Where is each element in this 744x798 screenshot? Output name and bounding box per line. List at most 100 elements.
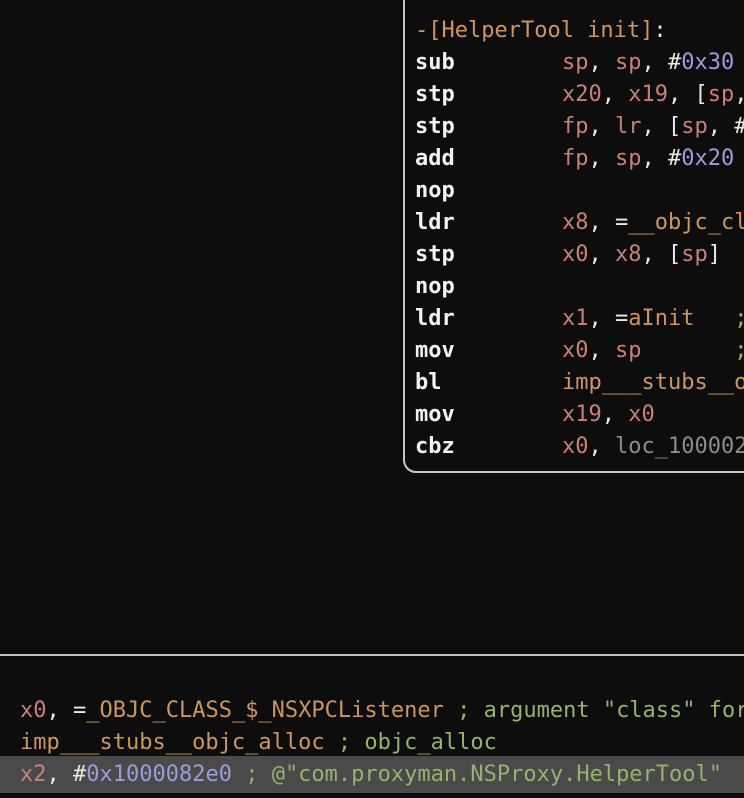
- token-pun: ,: [589, 210, 616, 235]
- asm-line[interactable]: stpx0, x8, [sp]: [415, 239, 744, 271]
- token-pun: ,: [589, 434, 616, 459]
- token-reg: x0: [20, 698, 47, 723]
- token-pun: ,: [642, 50, 669, 75]
- asm-line[interactable]: movx19, x0: [415, 399, 744, 431]
- token-pun: ,: [589, 50, 616, 75]
- token-reg: x0: [562, 242, 589, 267]
- asm-line[interactable]: subsp, sp, #0x30: [415, 47, 744, 79]
- token-sym: imp___stubs__objc_alloc: [20, 730, 325, 755]
- asm-line[interactable]: movx0, sp ;: [415, 335, 744, 367]
- asm-line[interactable]: ldrx1, =aInit ;: [415, 303, 744, 335]
- token-sym: imp___stubs__o: [562, 370, 744, 395]
- procedure-header[interactable]: -[HelperTool init]:: [415, 15, 744, 47]
- token-reg: lr: [615, 114, 642, 139]
- token-imm: 0x1000082e0: [86, 762, 232, 787]
- token-cmt: ; objc_alloc: [338, 730, 497, 755]
- token-loc: loc_100002: [615, 434, 744, 459]
- token-pun: #: [668, 146, 681, 171]
- token-pun: ,: [642, 146, 669, 171]
- mnemonic: nop: [415, 271, 562, 303]
- token-reg: x8: [562, 210, 589, 235]
- token-reg: sp: [615, 146, 642, 171]
- mnemonic: cbz: [415, 431, 562, 463]
- token-reg: x0: [562, 434, 589, 459]
- token-imm: 0x30: [681, 50, 734, 75]
- token-pun: ,: [734, 82, 744, 107]
- token-pun: [444, 698, 457, 723]
- token-pun: #: [73, 762, 86, 787]
- token-pun: ,: [47, 698, 74, 723]
- procedure-block: -[HelperTool init]:subsp, sp, #0x30stpx2…: [403, 0, 744, 473]
- token-pun: =: [615, 210, 628, 235]
- token-reg: sp: [562, 50, 589, 75]
- asm-line[interactable]: x0, =_OBJC_CLASS_$_NSXPCListener ; argum…: [0, 695, 744, 727]
- token-pun: ,: [602, 402, 629, 427]
- selected-asm-line[interactable]: x2, #0x1000082e0 ; @"com.proxyman.NSProx…: [0, 756, 744, 793]
- token-imm: 0x20: [681, 146, 734, 171]
- token-cmt: ;: [734, 338, 744, 363]
- token-pun: =: [615, 306, 628, 331]
- procedure-block-lines: -[HelperTool init]:subsp, sp, #0x30stpx2…: [415, 15, 744, 463]
- token-reg: x19: [562, 402, 602, 427]
- token-pun: ]: [708, 242, 721, 267]
- token-reg: fp: [562, 114, 589, 139]
- token-sym: aInit: [628, 306, 694, 331]
- token-sym: -[HelperTool init]: [415, 18, 653, 43]
- asm-line[interactable]: stpx20, x19, [sp,: [415, 79, 744, 111]
- token-pun: [694, 306, 734, 331]
- asm-line[interactable]: nop: [415, 271, 744, 303]
- token-reg: x1: [562, 306, 589, 331]
- mnemonic: mov: [415, 399, 562, 431]
- asm-line[interactable]: imp___stubs__objc_alloc ; objc_alloc: [0, 727, 744, 759]
- asm-line[interactable]: addfp, sp, #0x20: [415, 143, 744, 175]
- token-pun: ,: [47, 762, 74, 787]
- asm-line[interactable]: stpfp, lr, [sp, #: [415, 111, 744, 143]
- token-sym: __objc_cl: [628, 210, 744, 235]
- token-reg: sp: [615, 338, 642, 363]
- token-reg: x2: [20, 762, 47, 787]
- mnemonic: stp: [415, 239, 562, 271]
- token-pun: [232, 762, 245, 787]
- mnemonic: mov: [415, 335, 562, 367]
- token-pun: [: [695, 82, 708, 107]
- mnemonic: nop: [415, 175, 562, 207]
- mnemonic: ldr: [415, 207, 562, 239]
- token-pun: #: [668, 50, 681, 75]
- token-sym: _OBJC_CLASS_$_NSXPCListener: [86, 698, 444, 723]
- token-reg: x0: [562, 338, 589, 363]
- asm-line[interactable]: blimp___stubs__o: [415, 367, 744, 399]
- token-pun: ,: [602, 82, 629, 107]
- token-pun: :: [653, 18, 666, 43]
- token-pun: #: [734, 114, 744, 139]
- asm-line[interactable]: ldrx8, =__objc_cl: [415, 207, 744, 239]
- token-cmt: ; @"com.proxyman.NSProxy.HelperTool": [245, 762, 722, 787]
- asm-line[interactable]: nop: [415, 175, 744, 207]
- token-reg: sp: [615, 50, 642, 75]
- disassembly-view: { "colors": { "background": "#0d0d0d", "…: [0, 0, 744, 798]
- token-pun: [642, 338, 735, 363]
- token-pun: [: [668, 242, 681, 267]
- token-pun: ,: [589, 242, 616, 267]
- token-reg: x20: [562, 82, 602, 107]
- mnemonic: sub: [415, 47, 562, 79]
- token-reg: sp: [681, 242, 708, 267]
- mnemonic: ldr: [415, 303, 562, 335]
- mnemonic: bl: [415, 367, 562, 399]
- token-pun: ,: [589, 306, 616, 331]
- token-reg: x19: [628, 82, 668, 107]
- token-pun: ,: [642, 114, 669, 139]
- token-pun: ,: [589, 146, 616, 171]
- token-reg: sp: [708, 82, 735, 107]
- token-cmt: ;: [734, 306, 744, 331]
- mnemonic: stp: [415, 111, 562, 143]
- token-pun: ,: [668, 82, 695, 107]
- token-reg: x0: [628, 402, 655, 427]
- token-pun: [: [668, 114, 681, 139]
- token-reg: x8: [615, 242, 642, 267]
- token-pun: =: [73, 698, 86, 723]
- asm-line[interactable]: cbzx0, loc_100002: [415, 431, 744, 463]
- pane-divider[interactable]: [0, 654, 744, 656]
- mnemonic: add: [415, 143, 562, 175]
- token-pun: ,: [589, 338, 616, 363]
- token-pun: [325, 730, 338, 755]
